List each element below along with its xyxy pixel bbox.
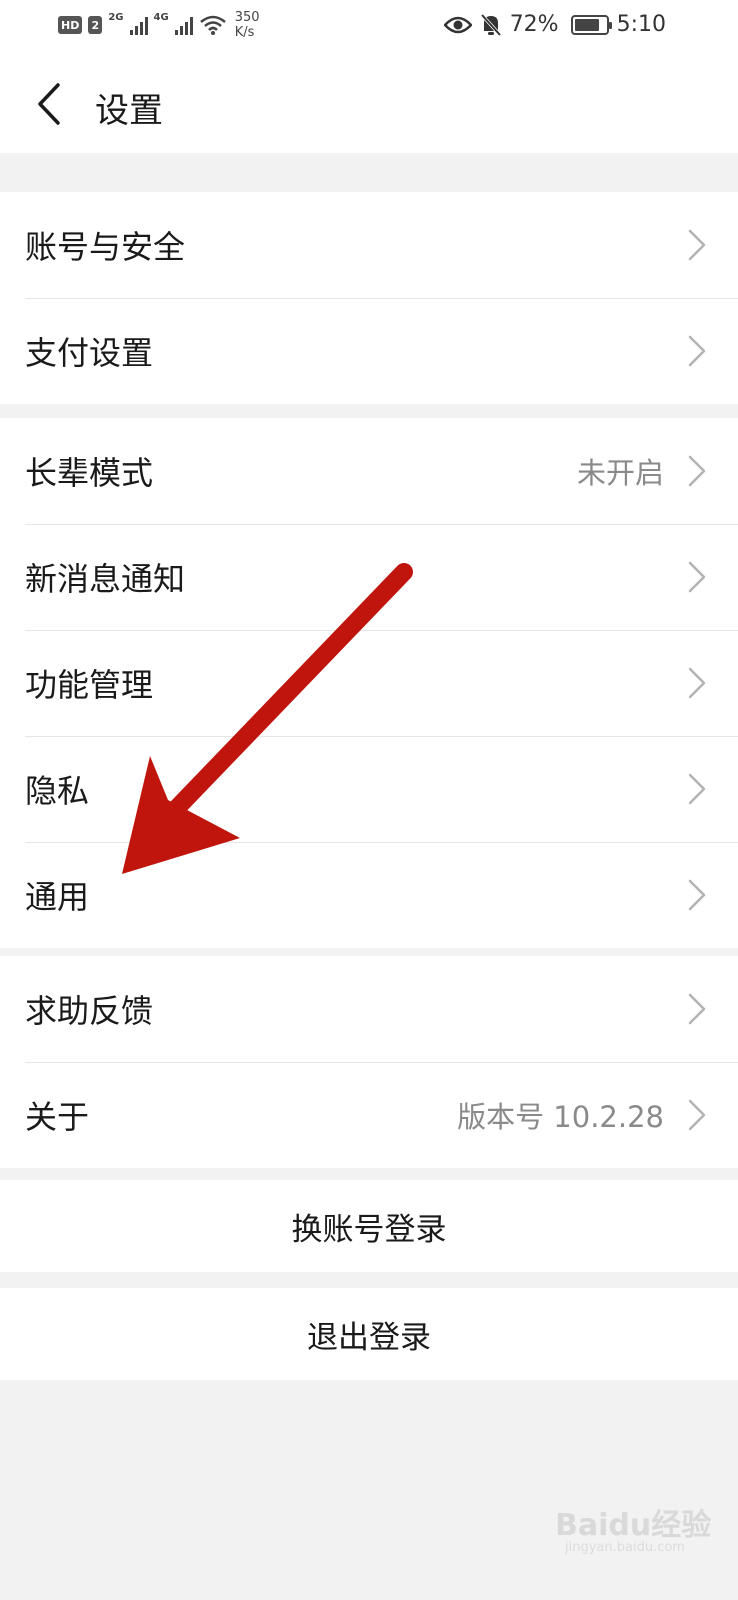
chevron-right-icon xyxy=(688,879,706,911)
settings-item-label: 关于 xyxy=(25,1098,90,1136)
page-title: 设置 xyxy=(95,91,163,131)
sim2-badge: 2 xyxy=(88,16,103,34)
network-speed-value: 350 xyxy=(234,10,260,25)
settings-item-label: 支付设置 xyxy=(25,334,154,372)
signal-icon xyxy=(174,15,193,35)
signal-icon xyxy=(129,15,148,35)
settings-item-label: 通用 xyxy=(25,878,90,916)
settings-item-value: 未开启 xyxy=(576,456,664,490)
status-bar-right: 72% 5:10 xyxy=(443,12,666,37)
settings-item-notifications[interactable]: 新消息通知 xyxy=(0,524,738,630)
clock: 5:10 xyxy=(616,12,666,37)
switch-account-button[interactable]: 换账号登录 xyxy=(0,1180,738,1272)
settings-item-label: 求助反馈 xyxy=(25,992,154,1030)
settings-item-label: 功能管理 xyxy=(25,666,154,704)
settings-item-general[interactable]: 通用 xyxy=(0,842,738,948)
settings-item-account-security[interactable]: 账号与安全 xyxy=(0,192,738,298)
network-type-2g: 2G xyxy=(108,11,124,23)
network-type-4g: 4G xyxy=(153,11,169,23)
chevron-right-icon xyxy=(688,773,706,805)
chevron-right-icon xyxy=(688,335,706,367)
watermark-site: jingyan.baidu.com xyxy=(565,1540,685,1555)
chevron-right-icon xyxy=(688,229,706,261)
settings-item-privacy[interactable]: 隐私 xyxy=(0,736,738,842)
hd-badge: HD xyxy=(58,16,83,34)
settings-screen: HD 2 2G 4G 350 K/s 72% 5:10 设置 账号与安全 支付设… xyxy=(0,0,738,1600)
wifi-icon xyxy=(199,15,226,35)
battery-percent: 72% xyxy=(509,12,559,37)
status-bar-left: HD 2 2G 4G 350 K/s xyxy=(58,10,260,40)
header-bar: 设置 xyxy=(0,55,738,153)
settings-group-help: 求助反馈 关于 版本号 10.2.28 xyxy=(0,956,738,1168)
settings-item-payment[interactable]: 支付设置 xyxy=(0,298,738,404)
settings-item-label: 新消息通知 xyxy=(25,560,186,598)
settings-item-feature-management[interactable]: 功能管理 xyxy=(0,630,738,736)
chevron-right-icon xyxy=(688,667,706,699)
chevron-right-icon xyxy=(688,455,706,487)
chevron-right-icon xyxy=(688,561,706,593)
settings-item-feedback[interactable]: 求助反馈 xyxy=(0,956,738,1062)
settings-group-account: 账号与安全 支付设置 xyxy=(0,192,738,404)
eye-icon xyxy=(443,16,472,33)
settings-item-about[interactable]: 关于 版本号 10.2.28 xyxy=(0,1062,738,1168)
chevron-right-icon xyxy=(688,1099,706,1131)
chevron-right-icon xyxy=(688,993,706,1025)
settings-group-general: 长辈模式 未开启 新消息通知 功能管理 隐私 通用 xyxy=(0,418,738,948)
network-speed: 350 K/s xyxy=(235,10,260,40)
network-speed-unit: K/s xyxy=(234,25,255,40)
settings-item-label: 长辈模式 xyxy=(25,454,154,492)
bell-muted-icon xyxy=(480,13,501,36)
watermark-brand: Baidu经验 xyxy=(555,1508,712,1543)
settings-item-label: 账号与安全 xyxy=(25,228,186,266)
settings-item-value: 版本号 10.2.28 xyxy=(457,1100,664,1134)
logout-button[interactable]: 退出登录 xyxy=(0,1288,738,1380)
back-arrow-icon[interactable] xyxy=(30,81,70,127)
settings-item-label: 隐私 xyxy=(25,772,90,810)
settings-item-elder-mode[interactable]: 长辈模式 未开启 xyxy=(0,418,738,524)
battery-icon xyxy=(570,14,612,35)
status-bar: HD 2 2G 4G 350 K/s 72% 5:10 xyxy=(0,0,738,55)
